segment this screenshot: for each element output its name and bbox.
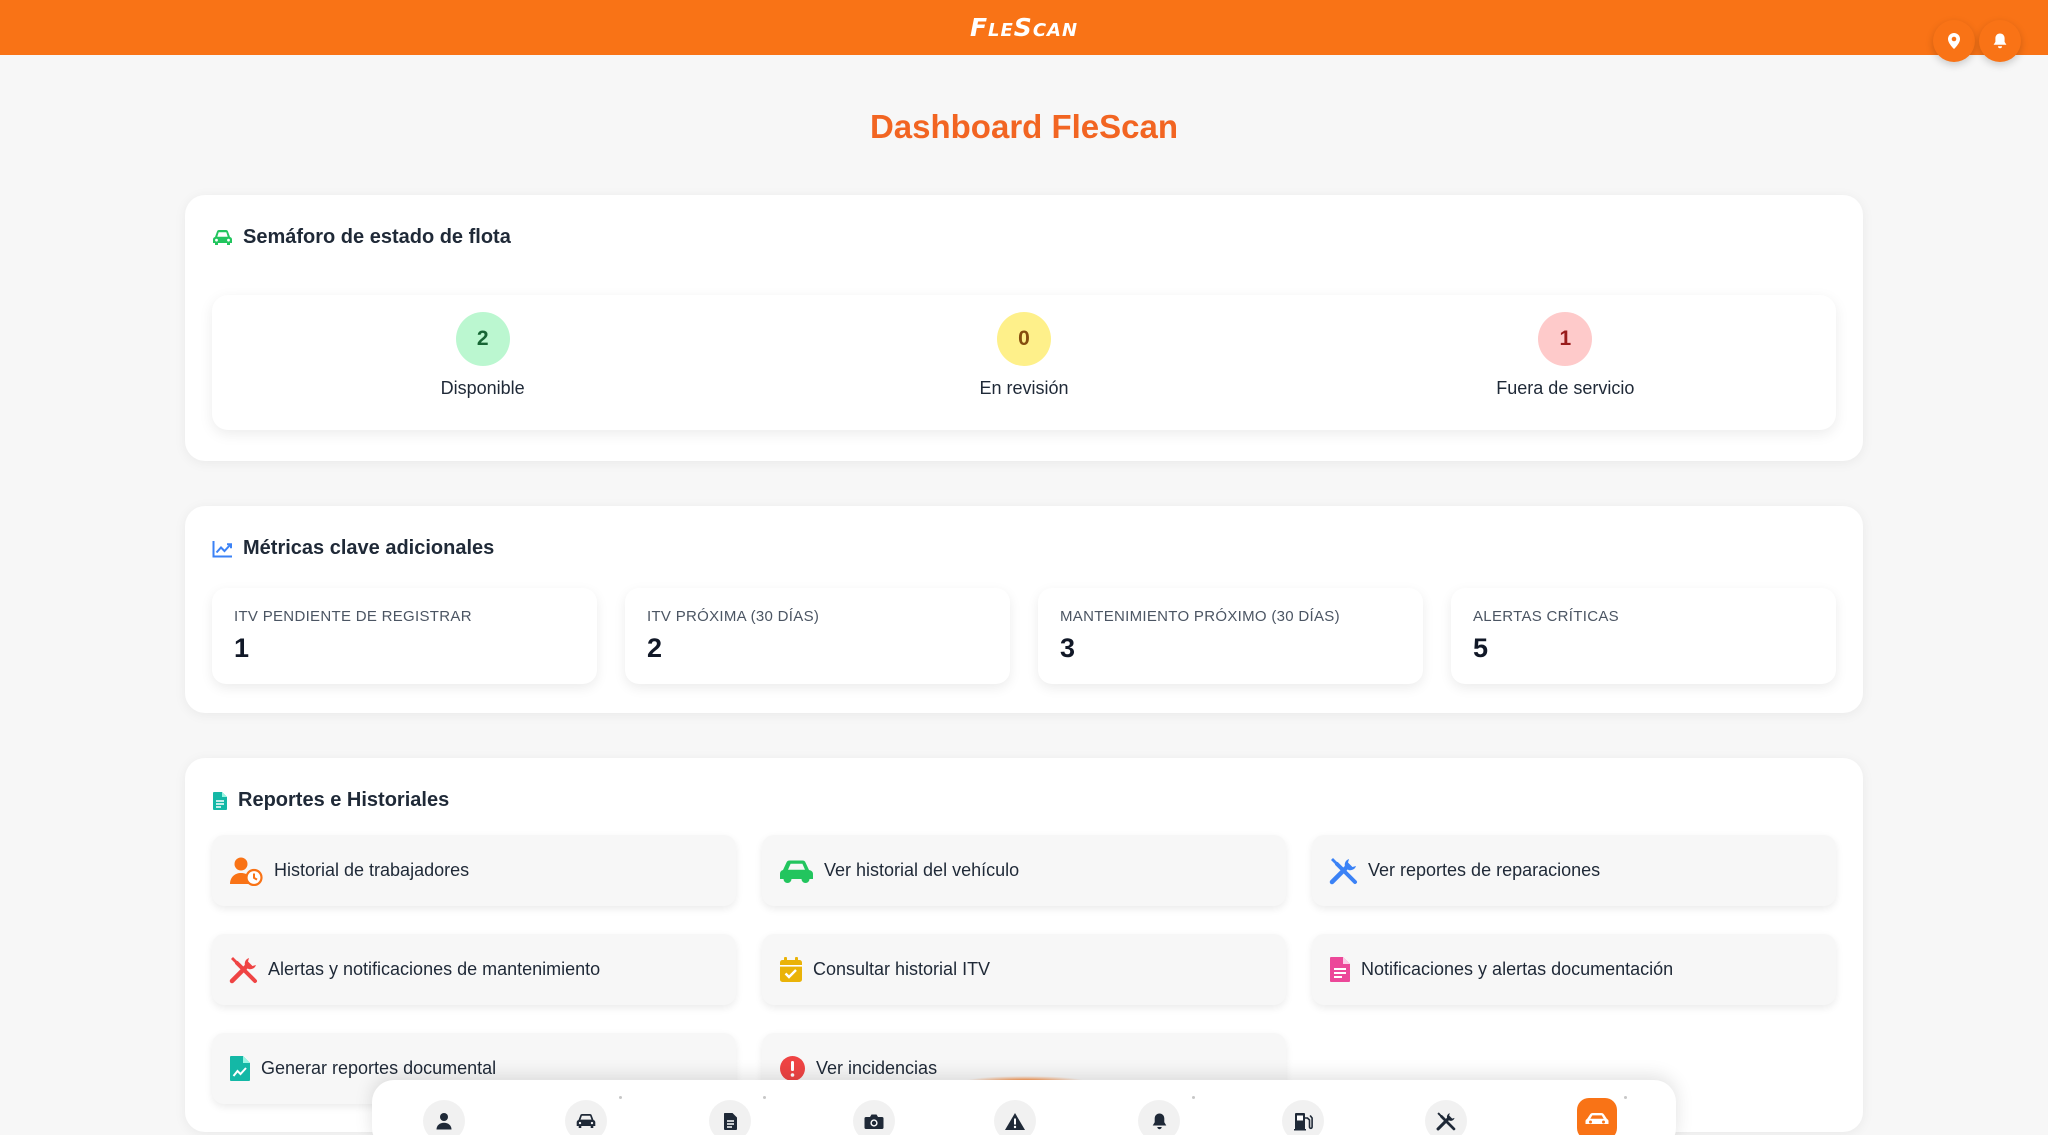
- tools-icon: [1436, 1112, 1456, 1131]
- metric-maintenance-upcoming[interactable]: MANTENIMIENTO PRÓXIMO (30 DÍAS) 3: [1038, 588, 1423, 684]
- report-label: Historial de trabajadores: [274, 860, 470, 880]
- nav-documents[interactable]: [709, 1100, 751, 1135]
- location-pin-icon: [1948, 33, 1960, 49]
- nav-repairs[interactable]: [1425, 1100, 1467, 1135]
- metric-value: 1: [234, 633, 250, 663]
- alert-circle-icon: [780, 1056, 805, 1081]
- vehicle-history-button[interactable]: Ver historial del vehículo: [762, 835, 1286, 906]
- user-icon: [436, 1113, 452, 1130]
- nav-dot: [619, 1096, 622, 1099]
- status-count-badge: 0: [996, 312, 1051, 366]
- top-bar: FleScan: [0, 0, 2048, 62]
- chart-line-icon: [212, 540, 232, 557]
- report-label: Ver reportes de reparaciones: [1368, 860, 1601, 880]
- car-icon: [780, 860, 813, 883]
- metrics-card: Métricas clave adicionales ITV PENDIENTE…: [185, 506, 1863, 713]
- metric-value: 3: [1060, 633, 1076, 663]
- fleet-status-header: Semáforo de estado de flota: [212, 226, 511, 249]
- document-icon: [723, 1112, 737, 1130]
- fleet-status-card: Semáforo de estado de flota 2 Disponible…: [185, 195, 1863, 461]
- status-label: En revisión: [979, 378, 1069, 398]
- status-available[interactable]: 2 Disponible: [212, 295, 753, 430]
- notifications-button[interactable]: [1979, 20, 2021, 62]
- report-label: Generar reportes documental: [261, 1058, 497, 1078]
- metrics-title: Métricas clave adicionales: [243, 537, 495, 559]
- nav-dot: [1624, 1096, 1627, 1099]
- repair-reports-button[interactable]: Ver reportes de reparaciones: [1312, 835, 1836, 906]
- reports-title: Reportes e Historiales: [238, 789, 450, 811]
- nav-incidents[interactable]: [994, 1100, 1036, 1135]
- documentation-alerts-button[interactable]: Notificaciones y alertas documentación: [1312, 934, 1836, 1005]
- report-label: Consultar historial ITV: [813, 959, 991, 979]
- fleet-status-panel: 2 Disponible 0 En revisión 1 Fuera de se…: [212, 295, 1836, 430]
- metric-label: MANTENIMIENTO PRÓXIMO (30 DÍAS): [1060, 608, 1340, 625]
- bottom-nav: [372, 1080, 1676, 1135]
- warning-icon: [1005, 1112, 1025, 1130]
- metric-label: ITV PRÓXIMA (30 DÍAS): [647, 608, 820, 625]
- nav-dot: [1192, 1096, 1195, 1099]
- car-front-icon: [1585, 1113, 1609, 1124]
- location-button[interactable]: [1933, 20, 1975, 62]
- nav-user[interactable]: [423, 1100, 465, 1135]
- metric-value: 2: [647, 633, 663, 663]
- bell-icon: [1152, 1113, 1166, 1129]
- status-in-review[interactable]: 0 En revisión: [753, 295, 1294, 430]
- nav-dashboard[interactable]: [1577, 1098, 1617, 1135]
- report-label: Ver incidencias: [816, 1058, 938, 1078]
- report-label: Notificaciones y alertas documentación: [1361, 959, 1674, 979]
- bell-icon: [1993, 33, 2007, 49]
- nav-camera[interactable]: [853, 1100, 895, 1135]
- document-icon: [1330, 957, 1350, 982]
- report-label: Ver historial del vehículo: [824, 860, 1020, 880]
- tools-icon: [1329, 858, 1357, 885]
- itv-history-button[interactable]: Consultar historial ITV: [762, 934, 1286, 1005]
- tools-icon: [229, 957, 257, 984]
- nav-dot: [763, 1096, 766, 1099]
- status-label: Fuera de servicio: [1496, 378, 1635, 398]
- maintenance-alerts-button[interactable]: Alertas y notificaciones de mantenimient…: [212, 934, 736, 1005]
- metric-value: 5: [1473, 633, 1489, 663]
- metric-itv-upcoming[interactable]: ITV PRÓXIMA (30 DÍAS) 2: [625, 588, 1010, 684]
- nav-fuel[interactable]: [1282, 1100, 1324, 1135]
- workers-history-button[interactable]: Historial de trabajadores: [212, 835, 736, 906]
- metric-label: ALERTAS CRÍTICAS: [1473, 608, 1619, 625]
- app-logo[interactable]: FleScan: [970, 13, 1078, 42]
- nav-vehicles[interactable]: [565, 1100, 607, 1135]
- top-actions: [1933, 20, 2021, 62]
- car-icon: [576, 1114, 596, 1128]
- report-label: Alertas y notificaciones de mantenimient…: [268, 959, 601, 979]
- reports-header: Reportes e Historiales: [212, 789, 449, 812]
- camera-icon: [864, 1114, 884, 1129]
- status-out-of-service[interactable]: 1 Fuera de servicio: [1295, 295, 1836, 430]
- car-icon: [213, 230, 232, 245]
- document-icon: [213, 791, 227, 810]
- user-clock-icon: [230, 857, 263, 886]
- status-count-badge: 1: [1538, 312, 1593, 366]
- metric-label: ITV PENDIENTE DE REGISTRAR: [234, 608, 472, 625]
- metric-critical-alerts[interactable]: ALERTAS CRÍTICAS 5: [1451, 588, 1836, 684]
- status-count-badge: 2: [455, 312, 510, 366]
- file-chart-icon: [230, 1056, 250, 1081]
- calendar-check-icon: [780, 957, 802, 982]
- metric-itv-pending[interactable]: ITV PENDIENTE DE REGISTRAR 1: [212, 588, 597, 684]
- page-title: Dashboard FleScan: [869, 108, 1179, 145]
- fleet-status-title: Semáforo de estado de flota: [243, 226, 511, 248]
- status-label: Disponible: [440, 378, 525, 398]
- fuel-icon: [1294, 1112, 1313, 1130]
- nav-alerts[interactable]: [1138, 1100, 1180, 1135]
- metrics-header: Métricas clave adicionales: [212, 537, 494, 560]
